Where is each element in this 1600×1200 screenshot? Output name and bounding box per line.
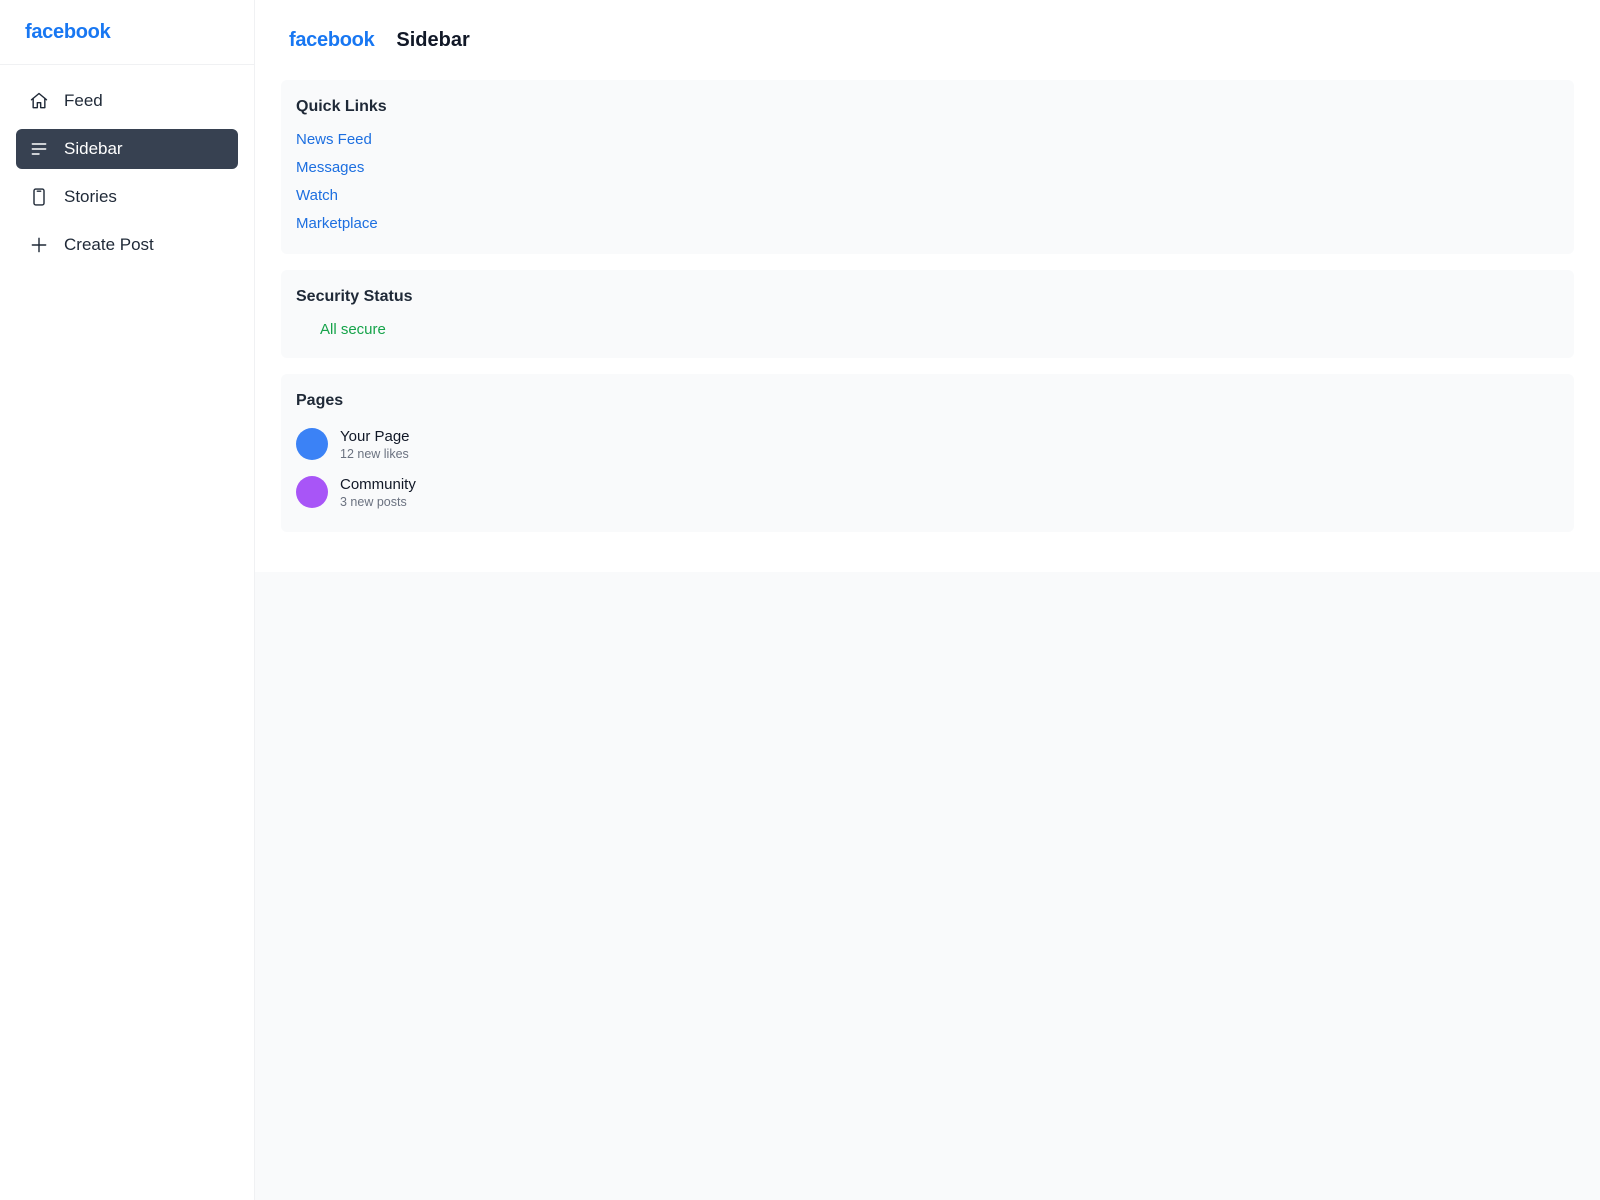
sidebar-item-create-post[interactable]: Create Post [16,225,238,265]
facebook-logo[interactable]: facebook [289,29,375,52]
sidebar-item-label: Stories [64,187,117,206]
avatar [296,428,328,460]
phone-icon [29,187,49,207]
page-meta: 12 new likes [340,446,409,461]
page-item-your-page[interactable]: Your Page 12 new likes [296,420,1559,468]
page-info: Your Page 12 new likes [340,428,410,461]
home-icon [29,91,49,111]
page-header: facebook Sidebar [281,0,1574,80]
page-name: Your Page [340,427,410,445]
page-title: Sidebar [396,28,470,51]
plus-icon [29,235,49,255]
security-status-row: All secure [296,316,1559,342]
page-meta: 3 new posts [340,494,407,509]
security-status-card: Security Status All secure [281,270,1574,358]
security-status-text: All secure [320,320,386,338]
quick-links-card: Quick Links News Feed Messages Watch Mar… [281,80,1574,254]
content-panel: facebook Sidebar Quick Links News Feed M… [255,0,1600,572]
security-status-title: Security Status [296,288,413,305]
page-item-community[interactable]: Community 3 new posts [296,468,1559,516]
sidebar-item-label: Create Post [64,235,154,254]
link-messages[interactable]: Messages [296,154,1559,182]
status-indicator-icon [304,324,314,334]
page-name: Community [340,475,416,493]
sidebar-nav: Feed Sidebar Stories Create Post [0,65,254,289]
sidebar-item-label: Sidebar [64,139,123,158]
avatar [296,476,328,508]
menu-lines-icon [29,139,49,159]
pages-title: Pages [296,392,344,409]
sidebar-brand: facebook [0,0,254,65]
link-news-feed[interactable]: News Feed [296,126,1559,154]
pages-card: Pages Your Page 12 new likes Community 3… [281,374,1574,532]
quick-links-title: Quick Links [296,98,387,115]
facebook-logo[interactable]: facebook [25,21,111,44]
sidebar-item-sidebar[interactable]: Sidebar [16,129,238,169]
sidebar: facebook Feed Sidebar Stories Create Pos… [0,0,255,1200]
main-area: facebook Sidebar Quick Links News Feed M… [255,0,1600,1200]
sidebar-item-feed[interactable]: Feed [16,81,238,121]
page-info: Community 3 new posts [340,476,416,509]
link-marketplace[interactable]: Marketplace [296,210,1559,238]
link-watch[interactable]: Watch [296,182,1559,210]
app-window: facebook Feed Sidebar Stories Create Pos… [0,0,1600,1200]
sidebar-item-label: Feed [64,91,103,110]
sidebar-item-stories[interactable]: Stories [16,177,238,217]
